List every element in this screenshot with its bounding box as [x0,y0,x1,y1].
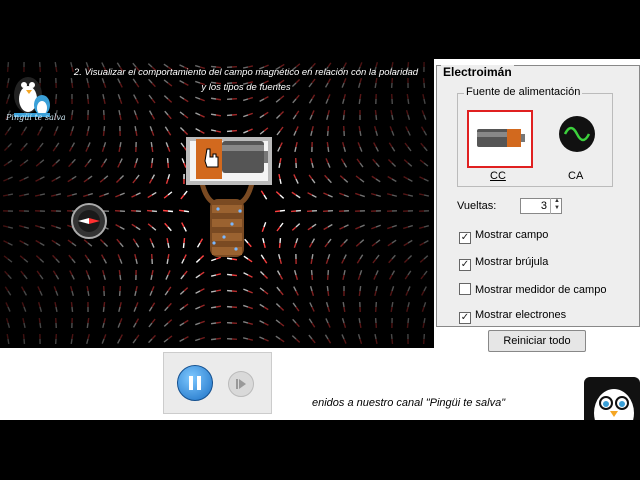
ac-source-icon [559,116,595,152]
video-caption: 2. Visualizar el comportamiento del camp… [56,65,434,95]
stepper-up-icon[interactable]: ▲ [551,198,563,205]
checkbox-icon[interactable] [459,283,471,295]
turns-label: Vueltas: [457,200,497,212]
show-electrons-label: Mostrar electrones [475,309,567,321]
show-compass-checkbox[interactable]: ✓ Mostrar brújula [459,256,548,271]
pause-button[interactable] [177,365,213,401]
reset-all-button[interactable]: Reiniciar todo [488,330,586,352]
dc-source-label: CC [490,170,506,182]
show-compass-label: Mostrar brújula [475,256,549,268]
panel-title: Electroimán [441,65,514,79]
pause-icon [197,376,201,390]
checkbox-icon[interactable]: ✓ [459,259,471,271]
stepper-down-icon[interactable]: ▼ [551,205,563,212]
ac-source-button[interactable] [557,114,597,154]
penguin-mascot [584,377,640,420]
ac-source-label: CA [568,170,584,182]
electromagnet-panel: Electroimán Fuente de alimentación CC CA [436,65,640,327]
show-field-meter-label: Mostrar medidor de campo [475,284,607,296]
step-button[interactable] [228,371,254,397]
show-field-meter-checkbox[interactable]: Mostrar medidor de campo [459,283,606,296]
pause-icon [189,376,193,390]
dc-source-button[interactable] [467,110,533,168]
caption-line-1: 2. Visualizar el comportamiento del camp… [73,67,419,78]
show-field-checkbox[interactable]: ✓ Mostrar campo [459,229,548,244]
logo-text: Pingüi te salva [6,113,66,122]
battery-icon[interactable] [186,137,272,185]
step-icon [236,379,246,389]
checkbox-icon[interactable]: ✓ [459,312,471,324]
show-field-label: Mostrar campo [475,229,549,241]
compass-icon[interactable] [71,203,107,239]
playback-controls [163,352,272,414]
power-source-group: Fuente de alimentación CC CA [457,86,613,187]
coil[interactable] [199,182,255,257]
turns-row: Vueltas: 3 ▲ ▼ [457,198,562,214]
checkbox-icon[interactable]: ✓ [459,232,471,244]
battery-icon [477,129,525,147]
video-frame: Pingüi te salva 2. Visualizar el comport… [0,59,640,420]
turns-stepper[interactable]: ▲ ▼ [550,198,563,214]
simulation-canvas: Pingüi te salva 2. Visualizar el comport… [0,59,434,348]
channel-marquee: enidos a nuestro canal "Pingüi te salva" [312,397,506,409]
caption-line-2: y los tipos de fuentes [201,82,291,93]
show-electrons-checkbox[interactable]: ✓ Mostrar electrones [459,309,566,324]
power-source-label: Fuente de alimentación [464,86,583,98]
